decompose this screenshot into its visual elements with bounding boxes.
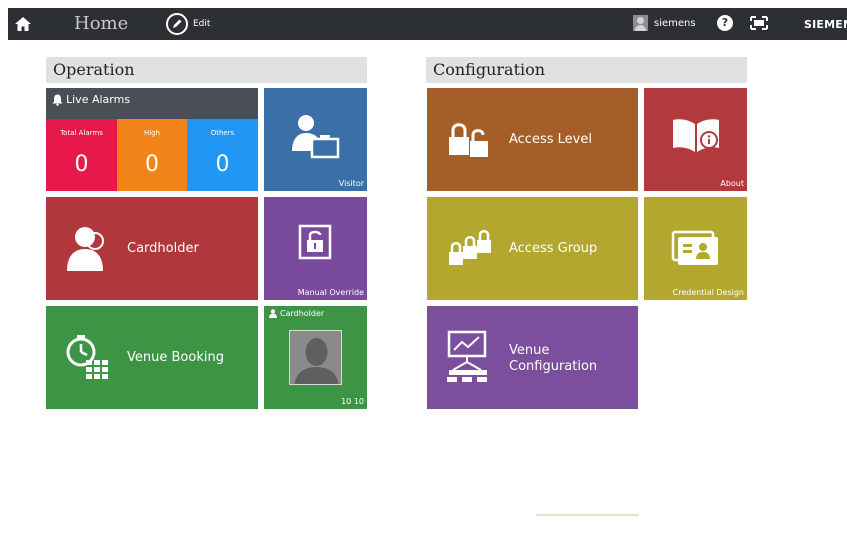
edit-button[interactable]: Edit (166, 13, 210, 35)
operation-header: Operation (46, 57, 367, 83)
about-tile[interactable]: About (644, 88, 747, 191)
user-name: siemens (654, 17, 696, 29)
stopwatch-calendar-icon (66, 335, 108, 379)
credential-design-label: Credential Design (672, 288, 744, 297)
id-card-icon (671, 230, 718, 265)
siemens-logo: SIEMENS (804, 18, 847, 31)
silhouette-icon (294, 338, 339, 384)
home-icon[interactable] (14, 15, 32, 33)
manual-override-tile[interactable]: Manual Override (264, 197, 367, 300)
total-alarms-label: Total Alarms (60, 129, 103, 137)
other-alarms-label: Others (210, 129, 235, 137)
cardholder-icon (67, 227, 104, 271)
fullscreen-icon[interactable] (750, 16, 768, 30)
cardholder-photo-tile[interactable]: Cardholder 10 10 (264, 306, 367, 409)
live-alarms-title: Live Alarms (66, 93, 131, 106)
total-alarms-cell[interactable]: Total Alarms 0 (46, 119, 117, 191)
presentation-board-icon (447, 330, 487, 382)
venue-configuration-label: Venue Configuration (509, 343, 597, 375)
credential-design-tile[interactable]: Credential Design (644, 197, 747, 300)
help-icon[interactable]: ? (717, 15, 733, 31)
cardholder-photo-caption: 10 10 (341, 397, 364, 406)
cardholder-tile[interactable]: Cardholder (46, 197, 258, 300)
visitor-tile[interactable]: Visitor (264, 88, 367, 191)
access-level-label: Access Level (509, 132, 592, 147)
venue-configuration-label-line2: Configuration (509, 359, 598, 374)
total-alarms-count: 0 (74, 152, 89, 177)
other-alarms-count: 0 (215, 152, 230, 177)
high-alarms-cell[interactable]: High 0 (117, 119, 187, 191)
book-info-icon (673, 119, 719, 152)
high-alarms-label: High (143, 129, 161, 137)
page-title: Home (74, 13, 129, 34)
other-alarms-cell[interactable]: Others 0 (187, 119, 258, 191)
live-alarms-header: Live Alarms (46, 88, 258, 119)
venue-configuration-tile[interactable]: Venue Configuration (427, 306, 638, 409)
edit-pencil-icon (166, 13, 188, 35)
access-group-tile[interactable]: Access Group (427, 197, 638, 300)
bell-icon (52, 94, 63, 106)
cardholder-photo-title: Cardholder (280, 309, 325, 318)
padlock-icon (298, 224, 332, 260)
edit-label: Edit (193, 19, 211, 29)
access-level-tile[interactable]: Access Level (427, 88, 638, 191)
cardholder-label: Cardholder (127, 241, 199, 256)
cardholder-photo-header: Cardholder (269, 309, 324, 318)
live-alarms-tile[interactable]: Live Alarms Total Alarms 0 High 0 Others… (46, 88, 258, 191)
venue-configuration-label-line1: Venue (509, 343, 550, 358)
cardholder-photo-placeholder (289, 330, 342, 385)
high-alarms-count: 0 (145, 152, 159, 177)
manual-override-label: Manual Override (297, 288, 364, 297)
page-indicator[interactable] (536, 514, 639, 516)
user-menu[interactable]: siemens (633, 15, 696, 31)
user-avatar-icon (633, 15, 648, 31)
visitor-icon (292, 115, 340, 159)
venue-booking-label: Venue Booking (127, 350, 224, 365)
configuration-header: Configuration (426, 57, 747, 83)
app-frame: Home Edit siemens ? SIEMENS Operation Li… (8, 8, 847, 552)
about-label: About (720, 179, 744, 188)
padlocks-group-icon (449, 230, 491, 265)
venue-booking-tile[interactable]: Venue Booking (46, 306, 258, 409)
top-bar: Home Edit siemens ? SIEMENS (8, 8, 847, 40)
visitor-label: Visitor (338, 179, 364, 188)
access-group-label: Access Group (509, 241, 598, 256)
person-icon (269, 309, 277, 318)
padlocks-icon (449, 123, 488, 157)
